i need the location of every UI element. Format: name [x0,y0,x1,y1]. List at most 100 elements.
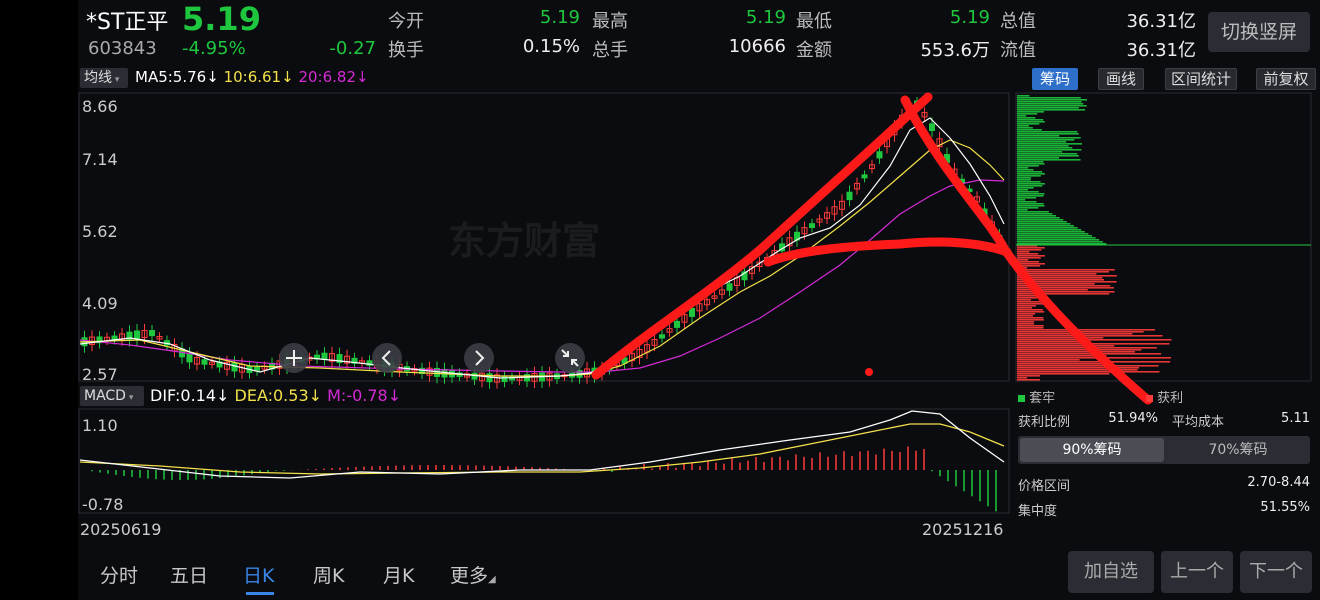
chip-bar [1017,357,1172,359]
concentration-value: 51.55% [1260,500,1310,515]
chip-bar [1017,117,1036,119]
active-tab-indicator [246,592,274,595]
chip-bar [1017,301,1043,303]
chip-bar [1017,141,1067,143]
chip-bar [1017,131,1078,133]
chip-bar [1017,379,1040,381]
chip-bar [1017,157,1059,159]
tab-70-chips[interactable]: 70%筹码 [1166,438,1310,462]
chip-bar [1017,207,1039,209]
m-value: M:-0.78 [327,386,388,405]
chip-bar [1017,375,1040,377]
chip-bar [1017,221,1067,223]
chip-bar [1017,351,1135,353]
price-axis-label: 4.09 [82,294,118,313]
ma20-line [79,179,1005,373]
chip-bar [1017,231,1085,233]
chip-bar [1017,211,1049,213]
price-range-label: 价格区间 [1018,479,1071,494]
chip-bar [1017,235,1092,237]
tab-intraday[interactable]: 分时 [100,561,138,588]
chip-bar [1017,107,1079,109]
chip-bar [1017,233,1089,235]
dea-value: DEA:0.53 [234,386,309,405]
previous-stock-button[interactable]: 上一个 [1161,551,1233,593]
chip-bar [1017,309,1043,311]
price-axis-label: 2.57 [82,365,118,384]
tab-more[interactable]: 更多◢ [450,561,496,588]
chip-bar [1017,345,1115,347]
chip-bar [1017,181,1041,183]
price-axis-label: 8.66 [82,97,118,116]
chip-bar [1017,173,1045,175]
chip-bar [1017,305,1036,307]
candle [861,174,868,179]
chip-bar [1017,153,1078,155]
chip-bar [1017,205,1045,207]
legend-profit: 获利 [1157,391,1184,406]
chip-bar [1017,225,1074,227]
macd-dropdown[interactable]: MACD ▾ [80,386,144,406]
marker-dot [865,368,873,376]
tab-90-chips[interactable]: 90%筹码 [1020,438,1164,462]
m-arrow-icon: ↓ [387,386,402,405]
chip-bar [1017,359,1080,361]
chip-bar [1017,219,1064,221]
candle [201,359,208,365]
chip-bar [1017,155,1079,157]
chip-bar [1017,151,1063,153]
candle [231,362,238,372]
chip-bar [1017,243,1107,245]
chip-bar [1017,109,1086,111]
chip-bar [1017,251,1030,253]
macd-dropdown-label: MACD [84,388,126,404]
collapse-icon [555,343,585,373]
chip-bar [1017,307,1032,309]
chip-bar [1017,139,1075,141]
profit-ratio-value: 51.94% [1108,411,1158,426]
chip-bar [1017,137,1081,139]
chip-bar [1017,99,1087,101]
chip-bar [1017,275,1117,277]
tab-five-day[interactable]: 五日 [170,561,208,588]
tab-monthly-k[interactable]: 月K [383,561,414,588]
chip-bar [1017,249,1042,251]
chip-bar [1017,129,1042,131]
chip-bar [1017,321,1035,323]
chip-bar [1017,323,1034,325]
legend-trapped: 套牢 [1029,391,1056,406]
chip-bar [1017,247,1045,249]
candle [149,330,155,337]
chip-bar [1017,315,1033,317]
start-date: 20250619 [80,520,161,539]
chip-bar [1017,213,1053,215]
add-watchlist-button[interactable]: 加自选 [1068,551,1154,593]
chip-bar [1017,189,1029,191]
chip-bar [1017,325,1044,327]
tab-daily-k[interactable]: 日K [243,561,274,588]
candle [809,223,815,228]
end-date: 20251216 [922,520,1003,539]
price-axis-label: 7.14 [82,150,118,169]
candle [134,330,140,340]
chip-bar [1017,255,1045,257]
chip-bar [1017,145,1069,147]
chip-bar [1017,371,1160,373]
tab-weekly-k[interactable]: 周K [313,561,344,588]
chip-bar [1017,175,1041,177]
chip-bar [1017,195,1044,197]
chip-bar [1017,341,1083,343]
chip-bar [1017,361,1171,363]
chip-bar [1017,165,1039,167]
chip-bar [1017,259,1029,261]
chevron-left-icon [372,343,402,373]
macd-axis-label: -0.78 [82,495,123,514]
chip-bar [1017,229,1082,231]
macd-panel-border [78,408,1010,514]
chip-bar [1017,185,1043,187]
chip-bar [1017,119,1044,121]
chip-bar [1017,313,1036,315]
chip-bar [1017,299,1031,301]
chip-bar [1017,297,1037,299]
next-stock-button[interactable]: 下一个 [1240,551,1312,593]
